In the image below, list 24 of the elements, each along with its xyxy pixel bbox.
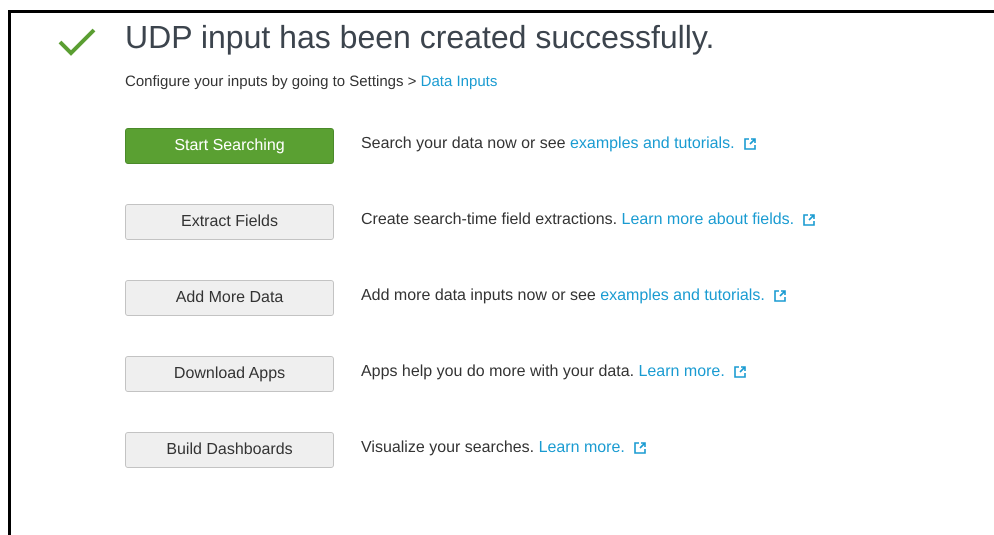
- start-button[interactable]: Start Searching: [125, 128, 334, 164]
- learn-more-link[interactable]: Learn more.: [538, 436, 625, 460]
- checkmark-icon: [57, 27, 97, 57]
- external-link-icon: [734, 366, 746, 378]
- description-text: Apps help you do more with your data.: [361, 362, 636, 382]
- description-text: Search your data now or see: [361, 134, 567, 154]
- learn-more-link[interactable]: Learn more about fields.: [622, 208, 794, 232]
- external-link-icon: [634, 442, 646, 454]
- learn-more-link[interactable]: Learn more.: [638, 360, 725, 384]
- subtitle-text: Configure your inputs by going to Settings >: [125, 73, 418, 90]
- description-text: Add more data inputs now or see: [361, 286, 597, 306]
- learn-more-link[interactable]: examples and tutorials.: [570, 132, 735, 156]
- page-title: UDP input has been created successfully.: [125, 18, 716, 57]
- external-link-icon: [744, 138, 756, 150]
- description-text: Create search-time field extractions.: [361, 210, 618, 230]
- learn-more-link[interactable]: examples and tutorials.: [600, 284, 765, 308]
- action-button[interactable]: Build Dashboards: [125, 432, 334, 468]
- action-button[interactable]: Download Apps: [125, 356, 334, 392]
- action-button[interactable]: Extract Fields: [125, 204, 334, 240]
- action-button[interactable]: Add More Data: [125, 280, 334, 316]
- external-link-icon: [774, 290, 786, 302]
- external-link-icon: [803, 214, 816, 226]
- description-text: Visualize your searches.: [361, 438, 536, 458]
- data-inputs-link[interactable]: Data Inputs: [420, 73, 498, 90]
